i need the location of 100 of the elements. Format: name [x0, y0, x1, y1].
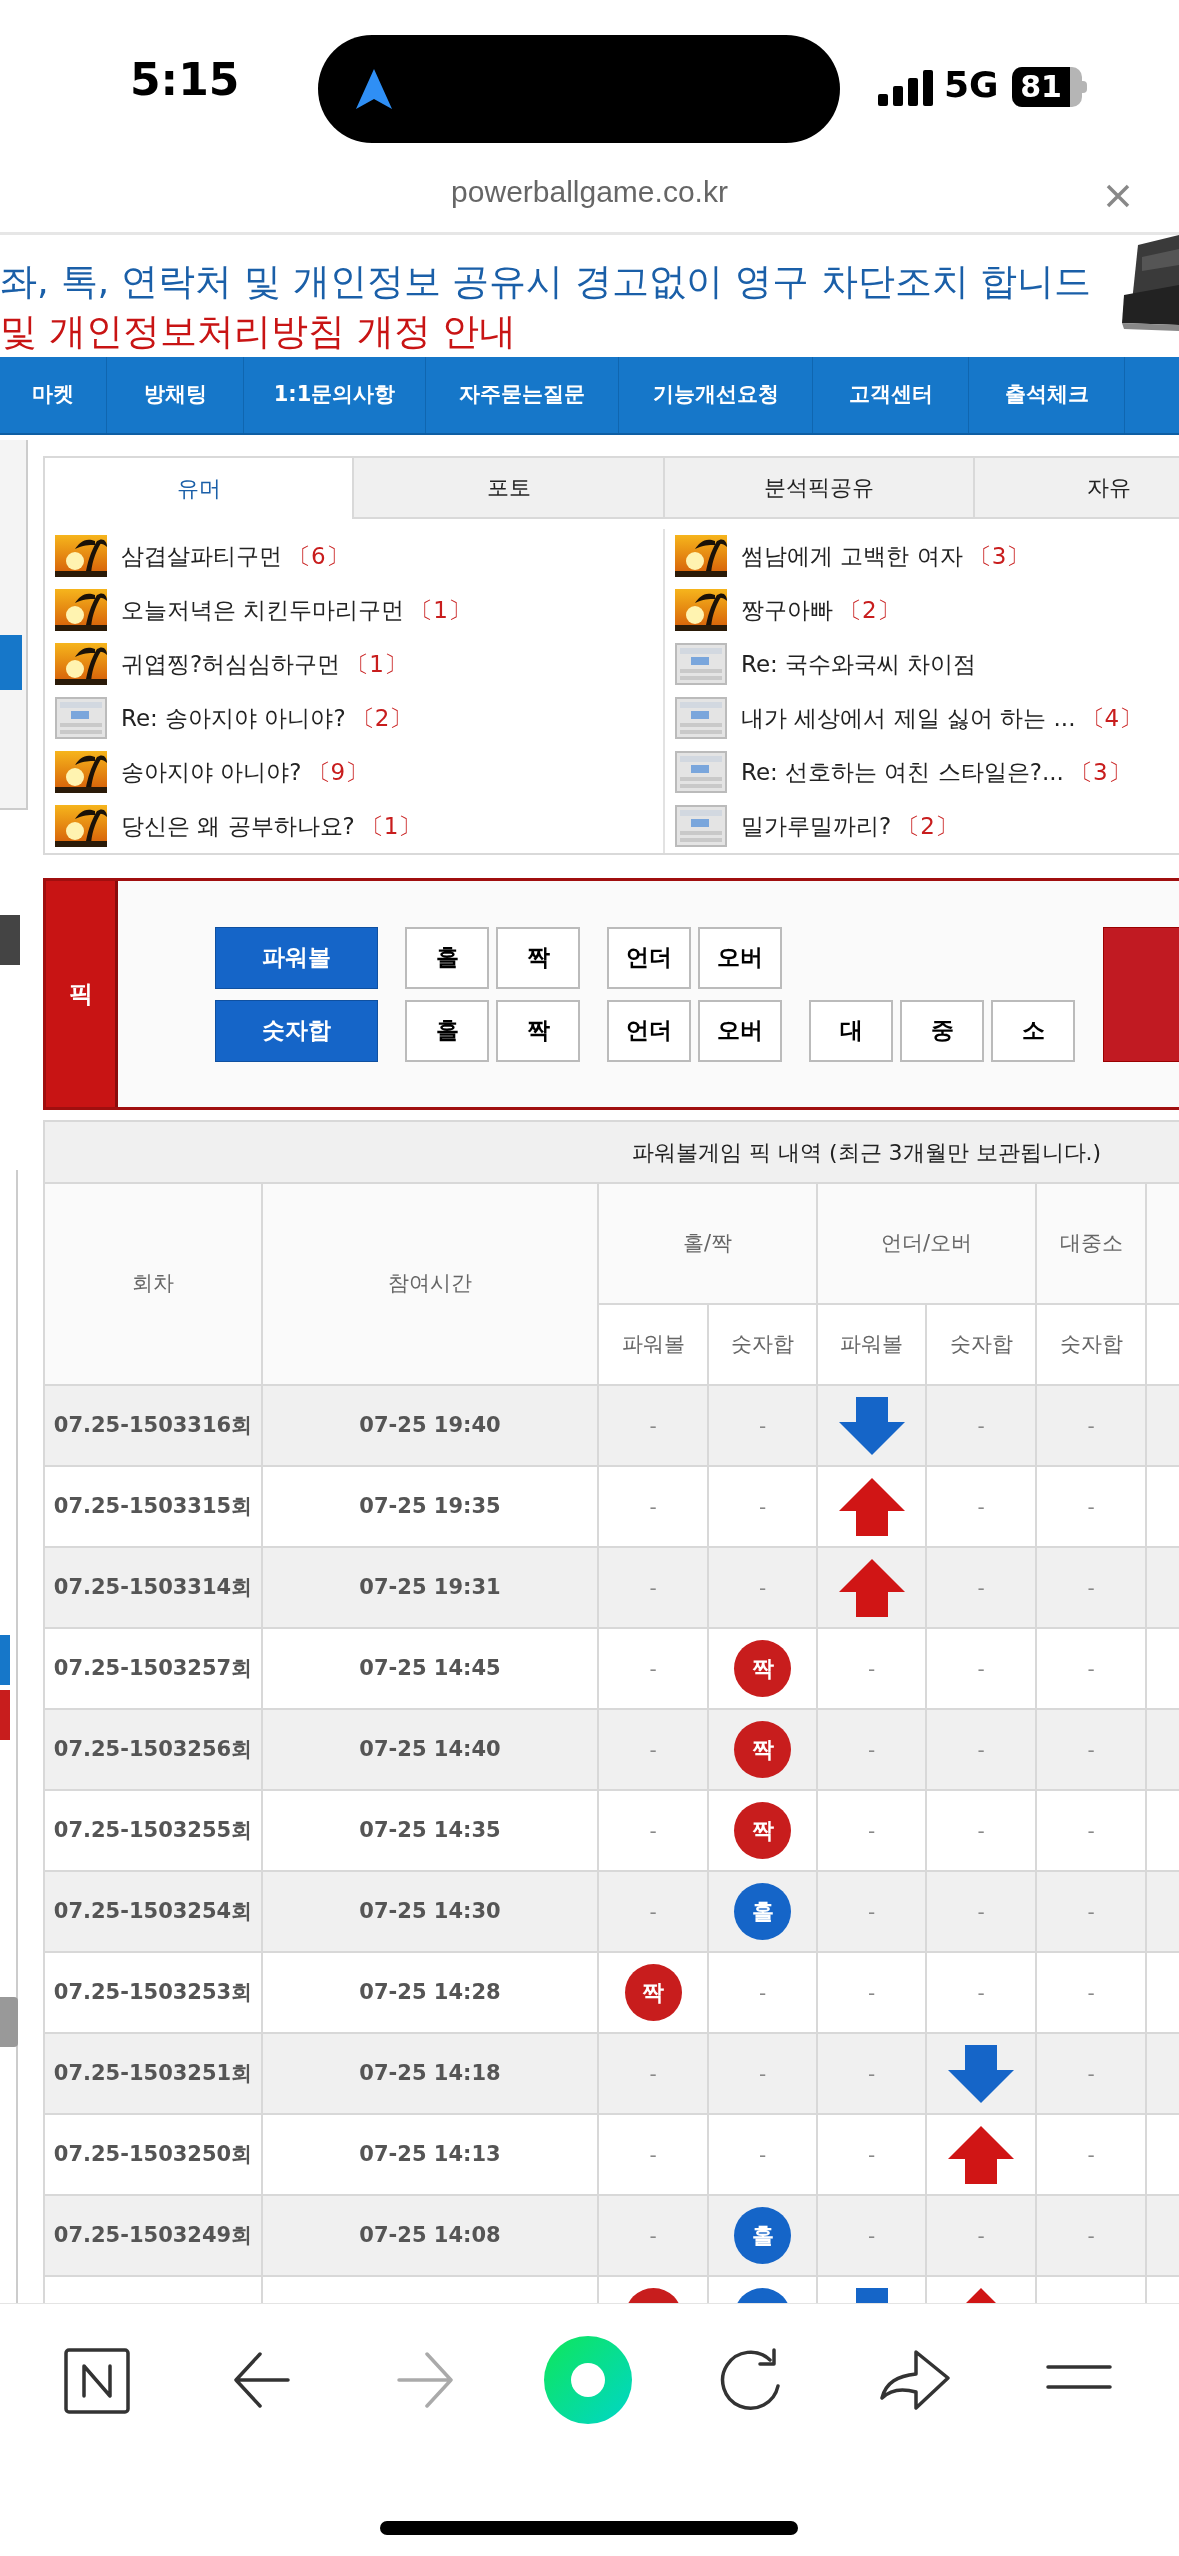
round-number: 07.25-1503251회 [53, 2060, 253, 2085]
board-tab[interactable]: 자유 [975, 458, 1179, 519]
empty-mark: - [649, 1494, 657, 1519]
url-text[interactable]: powerballgame.co.kr [451, 168, 728, 214]
round-number: 07.25-1503249회 [53, 2222, 253, 2247]
entry-time: 07-25 14:28 [359, 1979, 501, 2004]
post-title[interactable]: Re: 송아지야 아니야? [121, 700, 346, 736]
post-title[interactable]: 썸남에게 고백한 여자 [741, 538, 963, 574]
document-icon [675, 643, 727, 685]
empty-mark: - [1087, 2223, 1095, 2248]
up-arrow-icon [838, 1558, 905, 1617]
empty-mark: - [977, 1818, 985, 1843]
pick-option[interactable]: 홀 [405, 999, 489, 1062]
column-header: 숫자합 [1036, 1304, 1146, 1385]
empty-mark: - [977, 1656, 985, 1681]
post-title[interactable]: 당신은 왜 공부하나요? [121, 808, 355, 844]
share-icon[interactable] [880, 2348, 950, 2412]
empty-mark: - [867, 2061, 876, 2086]
game-button[interactable]: 파워볼 [215, 926, 378, 989]
pick-option[interactable]: 짝 [496, 926, 580, 989]
pick-option[interactable]: 소 [991, 999, 1075, 1062]
document-icon [675, 805, 727, 847]
pick-option[interactable]: 언더 [607, 926, 691, 989]
notice-link[interactable]: 및 개인정보처리방침 개정 안내 [0, 307, 517, 357]
post-title[interactable]: 짱구아빠 [741, 592, 833, 628]
game-button[interactable]: 숫자합 [215, 999, 378, 1062]
home-icon[interactable] [544, 2336, 632, 2424]
nav-link[interactable]: 출석체크 [969, 357, 1125, 433]
round-number: 07.25-1503257회 [53, 1655, 253, 1680]
forward-icon[interactable] [397, 2352, 453, 2408]
nav-link[interactable]: 기능개선요청 [619, 357, 813, 433]
comment-count: 〔9〕 [307, 757, 369, 787]
post-title[interactable]: Re: 국수와국씨 차이점 [741, 646, 977, 682]
up-arrow-icon [948, 2125, 1014, 2184]
entry-time: 07-25 14:08 [359, 2222, 501, 2247]
nav-link[interactable]: 1:1문의사항 [244, 357, 426, 433]
pick-option[interactable]: 언더 [607, 999, 691, 1062]
post-title[interactable]: 귀엽찡?허심심하구먼 [121, 646, 341, 682]
post-title[interactable]: 송아지야 아니야? [121, 754, 302, 790]
empty-mark: - [867, 1899, 876, 1924]
empty-mark: - [649, 1818, 657, 1843]
post-title[interactable]: Re: 선호하는 여친 스타일은?... [741, 754, 1064, 790]
post-title[interactable]: 내가 세상에서 제일 싫어 하는 ... [741, 700, 1076, 736]
post-title[interactable]: 오늘저녁은 치킨두마리구먼 [121, 592, 405, 628]
column-header: 숫자합 [708, 1304, 817, 1385]
board-tab[interactable]: 분석픽공유 [665, 458, 975, 519]
column-header: 언더/오버 [817, 1183, 1036, 1304]
empty-mark: - [977, 1980, 985, 2005]
up-arrow-icon [838, 1477, 905, 1536]
entry-time: 07-25 14:30 [359, 1898, 501, 1923]
entry-time: 07-25 19:31 [359, 1574, 501, 1599]
empty-mark: - [758, 1575, 767, 1600]
navigation-arrow-icon [354, 67, 394, 111]
entry-time: 07-25 19:35 [359, 1493, 501, 1518]
entry-time: 07-25 14:45 [359, 1655, 501, 1680]
entry-time: 07-25 19:40 [359, 1412, 501, 1437]
document-icon [675, 751, 727, 793]
post-title[interactable]: 밀가루밀까리? [741, 808, 892, 844]
column-header: 회차 [44, 1183, 262, 1385]
pick-option[interactable]: 대 [809, 999, 893, 1062]
nav-link[interactable]: 마켓 [0, 357, 107, 433]
round-number: 07.25-1503250회 [53, 2141, 253, 2166]
empty-mark: - [867, 2142, 876, 2167]
comment-count: 〔2〕 [839, 595, 900, 625]
empty-mark: - [649, 2142, 657, 2167]
pick-option[interactable]: 홀 [405, 926, 489, 989]
column-header: 홀/짝 [598, 1183, 817, 1304]
down-arrow-icon [838, 1396, 905, 1455]
column-header: 숫자합 [926, 1304, 1036, 1385]
empty-mark: - [649, 1413, 657, 1438]
empty-mark: - [1087, 1494, 1095, 1519]
close-icon[interactable] [1106, 184, 1130, 208]
notice-link[interactable]: 좌, 톡, 연락처 및 개인정보 공유시 경고없이 영구 차단조치 합니드 [0, 257, 1092, 307]
board-tab[interactable]: 포토 [354, 458, 665, 519]
empty-mark: - [977, 1575, 985, 1600]
pick-option[interactable]: 중 [900, 999, 984, 1062]
empty-mark: - [1087, 1575, 1095, 1600]
table-title: 파워볼게임 픽 내역 (최근 3개월만 보관됩니다.) [44, 1121, 1179, 1183]
nav-link[interactable]: 방채팅 [107, 357, 244, 433]
pick-option[interactable]: 오버 [698, 999, 782, 1062]
comment-count: 〔1〕 [360, 811, 422, 841]
clock-time: 5:15 [130, 58, 240, 102]
entry-time: 07-25 14:13 [359, 2141, 501, 2166]
menu-icon[interactable] [1046, 2364, 1112, 2390]
comment-count: 〔3〕 [968, 541, 1030, 571]
empty-mark: - [1087, 1980, 1095, 2005]
nav-link[interactable]: 자주묻는질문 [426, 357, 619, 433]
empty-mark: - [867, 1980, 876, 2005]
document-icon [675, 697, 727, 739]
post-title[interactable]: 삼겹살파티구먼 [121, 538, 282, 574]
pick-option[interactable]: 오버 [698, 926, 782, 989]
empty-mark: - [649, 1575, 657, 1600]
empty-mark: - [977, 1413, 985, 1438]
comment-count: 〔1〕 [410, 595, 471, 625]
column-header: 참여시간 [262, 1183, 598, 1385]
empty-mark: - [1087, 1899, 1095, 1924]
pick-option[interactable]: 짝 [496, 999, 580, 1062]
submit-button[interactable] [1103, 926, 1179, 1062]
nav-link[interactable]: 고객센터 [813, 357, 969, 433]
back-icon[interactable] [234, 2352, 290, 2408]
